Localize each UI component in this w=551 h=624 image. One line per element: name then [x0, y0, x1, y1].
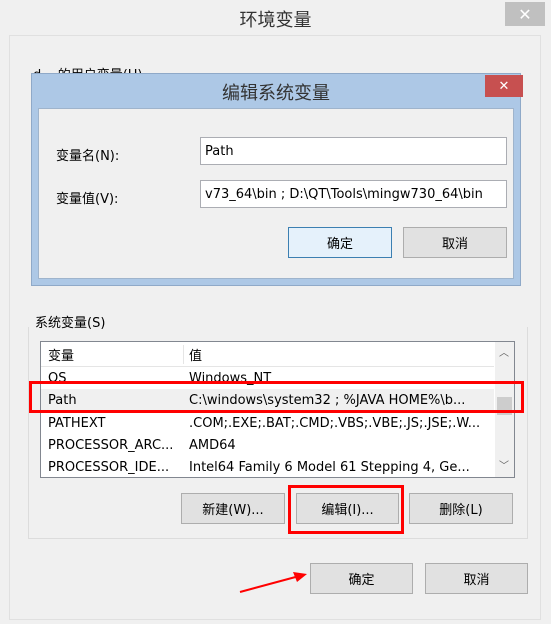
close-icon: ✕	[498, 78, 510, 94]
cancel-button[interactable]: 取消	[425, 563, 528, 594]
table-row[interactable]: PATHEXT .COM;.EXE;.BAT;.CMD;.VBS;.VBE;.JS…	[41, 412, 494, 434]
name-input[interactable]: Path	[200, 137, 507, 165]
delete-button[interactable]: 删除(L)	[409, 493, 513, 524]
value-label: 变量值(V):	[56, 192, 119, 207]
var-value: .COM;.EXE;.BAT;.CMD;.VBS;.VBE;.JS;.JSE;.…	[189, 415, 481, 431]
edit-dialog: 编辑系统变量 ✕ 变量名(N): Path 变量值(V): v73_64\bin…	[31, 73, 523, 286]
table-row[interactable]: PROCESSOR_IDE... Intel64 Family 6 Model 6…	[41, 456, 494, 477]
edit-dialog-title: 编辑系统变量	[222, 83, 330, 104]
var-name: PROCESSOR_IDE...	[48, 459, 170, 475]
chevron-down-icon[interactable]: ﹀	[499, 457, 509, 472]
annotation-box-edit-button	[288, 485, 404, 534]
annotation-box-path-row	[29, 381, 524, 413]
edit-dialog-body: 变量名(N): Path 变量值(V): v73_64\bin ; D:\QT\…	[38, 108, 514, 279]
var-name: PATHEXT	[48, 415, 106, 431]
dialog-cancel-button[interactable]: 取消	[403, 227, 507, 258]
var-value: AMD64	[189, 437, 236, 453]
name-label: 变量名(N):	[56, 149, 120, 164]
window-title: 环境变量	[239, 10, 312, 31]
close-button[interactable]: ✕	[505, 2, 545, 26]
header-value[interactable]: 值	[183, 344, 202, 364]
header-name[interactable]: 变量	[48, 345, 74, 364]
list-header: 变量 值	[41, 342, 494, 367]
ok-button[interactable]: 确定	[310, 563, 413, 594]
dialog-ok-button[interactable]: 确定	[288, 227, 392, 258]
dialog-close-button[interactable]: ✕	[485, 75, 523, 97]
var-value: Intel64 Family 6 Model 61 Stepping 4, Ge…	[189, 459, 470, 475]
value-input[interactable]: v73_64\bin ; D:\QT\Tools\mingw730_64\bin	[200, 180, 507, 208]
var-name: PROCESSOR_ARC...	[48, 437, 174, 453]
annotation-arrow-icon	[239, 572, 307, 593]
new-button[interactable]: 新建(W)...	[181, 493, 285, 524]
table-row[interactable]: PROCESSOR_ARC... AMD64	[41, 434, 494, 456]
close-icon: ✕	[518, 4, 532, 24]
chevron-up-icon[interactable]: ︿	[499, 344, 509, 359]
